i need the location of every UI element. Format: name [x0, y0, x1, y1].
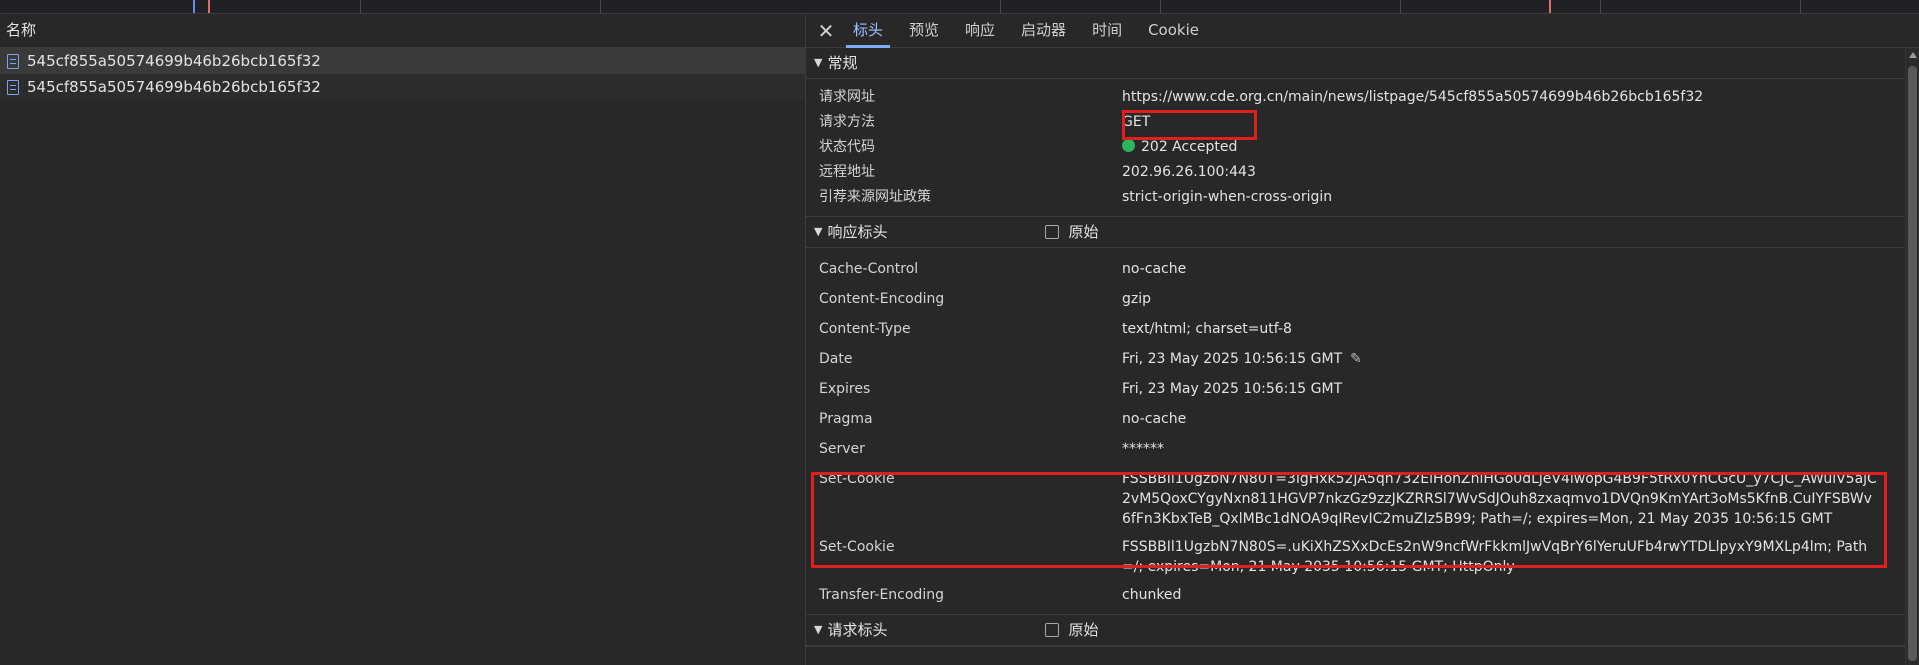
header-row: Expires Fri, 23 May 2025 10:56:15 GMT — [806, 374, 1906, 404]
header-key: Expires — [819, 381, 871, 397]
header-key: 请求网址 — [819, 89, 875, 105]
header-key: Set-Cookie — [819, 539, 895, 555]
header-value: no-cache — [1122, 261, 1187, 277]
header-key: Server — [819, 441, 865, 457]
header-row: Cache-Control no-cache — [806, 254, 1906, 284]
remote-address-value: 202.96.26.100:443 — [1122, 164, 1256, 180]
request-headers-section: ▼ 请求标头 原始 — [806, 615, 1906, 647]
raw-checkbox[interactable] — [1045, 623, 1060, 637]
timeline-tick — [1800, 0, 1801, 13]
request-row[interactable]: 545cf855a50574699b46b26bcb165f32 — [0, 74, 805, 100]
caret-down-icon: ▼ — [814, 225, 823, 238]
tab-initiator[interactable]: 启动器 — [1008, 14, 1079, 47]
response-headers-section: ▼ 响应标头 原始 Cache-Control no-cache Content… — [806, 217, 1906, 615]
general-section: ▼ 常规 请求网址 https://www.cde.org.cn/main/ne… — [806, 48, 1906, 217]
header-key: Set-Cookie — [819, 471, 895, 487]
header-row: 远程地址 202.96.26.100:443 — [806, 160, 1906, 185]
tab-preview[interactable]: 预览 — [896, 14, 952, 47]
waterfall-overview[interactable] — [0, 0, 1919, 14]
header-row: Set-Cookie FSSBBIl1UgzbN7N80S=.uKiXhZSXx… — [806, 532, 1906, 580]
document-icon — [7, 79, 19, 95]
header-key: Content-Type — [819, 321, 911, 337]
section-title: 请求标头 — [827, 621, 888, 639]
header-value: Fri, 23 May 2025 10:56:15 GMT — [1122, 381, 1343, 397]
timeline-tick — [1160, 0, 1161, 13]
header-key: Transfer-Encoding — [819, 587, 944, 603]
scroll-thumb[interactable] — [1908, 66, 1917, 661]
set-cookie-value: FSSBBIl1UgzbN7N80S=.uKiXhZSXxDcEs2nW9ncf… — [1122, 539, 1868, 575]
status-text: 202 Accepted — [1141, 139, 1238, 155]
referrer-policy-value: strict-origin-when-cross-origin — [1122, 189, 1333, 205]
header-key: Pragma — [819, 411, 873, 427]
status-code-value: 202 Accepted — [1122, 135, 1877, 160]
request-method-value: GET — [1122, 114, 1151, 130]
tab-timing[interactable]: 时间 — [1079, 14, 1135, 47]
headers-content: ▼ 常规 请求网址 https://www.cde.org.cn/main/ne… — [806, 48, 1906, 665]
header-row: Pragma no-cache — [806, 404, 1906, 434]
details-tabbar: ✕ 标头 预览 响应 启动器 时间 Cookie — [806, 14, 1919, 48]
raw-label: 原始 — [1068, 223, 1099, 241]
header-row: 请求网址 https://www.cde.org.cn/main/news/li… — [806, 85, 1906, 110]
header-row: Server ****** — [806, 434, 1906, 464]
header-value: gzip — [1122, 291, 1152, 307]
tab-cookies[interactable]: Cookie — [1135, 14, 1212, 47]
response-headers-header[interactable]: ▼ 响应标头 原始 — [806, 217, 1906, 248]
header-key: Cache-Control — [819, 261, 919, 277]
dom-content-loaded-marker — [193, 0, 195, 13]
raw-checkbox[interactable] — [1045, 225, 1060, 239]
load-event-marker — [1549, 0, 1551, 13]
section-title: 响应标头 — [827, 223, 888, 241]
section-title: 常规 — [827, 54, 858, 72]
status-ok-icon — [1122, 139, 1135, 152]
header-key: Content-Encoding — [819, 291, 945, 307]
date-value-wrap: Fri, 23 May 2025 10:56:15 GMT ✎ — [1122, 344, 1877, 374]
header-key: 引荐来源网址政策 — [819, 189, 931, 205]
header-row: 状态代码 202 Accepted — [806, 135, 1906, 160]
header-key: 请求方法 — [819, 114, 875, 130]
caret-down-icon: ▼ — [814, 56, 823, 69]
header-key: Date — [819, 351, 853, 367]
set-cookie-value: FSSBBIl1UgzbN7N80T=3igHxk52jA5qn732ElHon… — [1122, 471, 1877, 527]
tab-response[interactable]: 响应 — [952, 14, 1008, 47]
raw-toggle[interactable]: 原始 — [1045, 217, 1099, 247]
raw-toggle[interactable]: 原始 — [1045, 615, 1099, 645]
caret-down-icon: ▼ — [814, 623, 823, 636]
timeline-tick — [1000, 0, 1001, 13]
load-event-marker — [208, 0, 210, 13]
request-name: 545cf855a50574699b46b26bcb165f32 — [27, 78, 321, 96]
name-column-header[interactable]: 名称 — [0, 14, 805, 48]
request-url-value: https://www.cde.org.cn/main/news/listpag… — [1122, 89, 1704, 105]
header-key: 远程地址 — [819, 164, 875, 180]
request-list-panel: 名称 545cf855a50574699b46b26bcb165f32 545c… — [0, 14, 806, 665]
header-row: Transfer-Encoding chunked — [806, 580, 1906, 610]
header-value: text/html; charset=utf-8 — [1122, 321, 1292, 337]
timeline-tick — [1600, 0, 1601, 13]
header-row: 请求方法 GET — [806, 110, 1906, 135]
edit-pencil-icon[interactable]: ✎ — [1350, 344, 1362, 374]
header-row: Content-Type text/html; charset=utf-8 — [806, 314, 1906, 344]
timeline-tick — [600, 0, 601, 13]
header-row: Content-Encoding gzip — [806, 284, 1906, 314]
request-name: 545cf855a50574699b46b26bcb165f32 — [27, 52, 321, 70]
details-scrollbar[interactable] — [1905, 48, 1919, 665]
header-row: 引荐来源网址政策 strict-origin-when-cross-origin — [806, 185, 1906, 210]
raw-label: 原始 — [1068, 621, 1099, 639]
header-value: chunked — [1122, 587, 1182, 603]
document-icon — [7, 53, 19, 69]
request-row[interactable]: 545cf855a50574699b46b26bcb165f32 — [0, 48, 805, 74]
header-value: no-cache — [1122, 411, 1187, 427]
tab-headers[interactable]: 标头 — [840, 14, 896, 48]
timeline-tick — [360, 0, 361, 13]
timeline-tick — [1400, 0, 1401, 13]
scroll-up-icon[interactable] — [1909, 52, 1917, 58]
general-section-header[interactable]: ▼ 常规 — [806, 48, 1906, 79]
header-key: 状态代码 — [819, 139, 875, 155]
header-row: Date Fri, 23 May 2025 10:56:15 GMT ✎ — [806, 344, 1906, 374]
header-value: Fri, 23 May 2025 10:56:15 GMT — [1122, 351, 1343, 367]
header-value: ****** — [1122, 441, 1164, 457]
header-row: Set-Cookie FSSBBIl1UgzbN7N80T=3igHxk52jA… — [806, 464, 1906, 532]
request-details-panel: ✕ 标头 预览 响应 启动器 时间 Cookie ▼ 常规 请求网址 https… — [806, 14, 1919, 665]
request-headers-header[interactable]: ▼ 请求标头 原始 — [806, 615, 1906, 646]
close-icon[interactable]: ✕ — [812, 19, 840, 43]
